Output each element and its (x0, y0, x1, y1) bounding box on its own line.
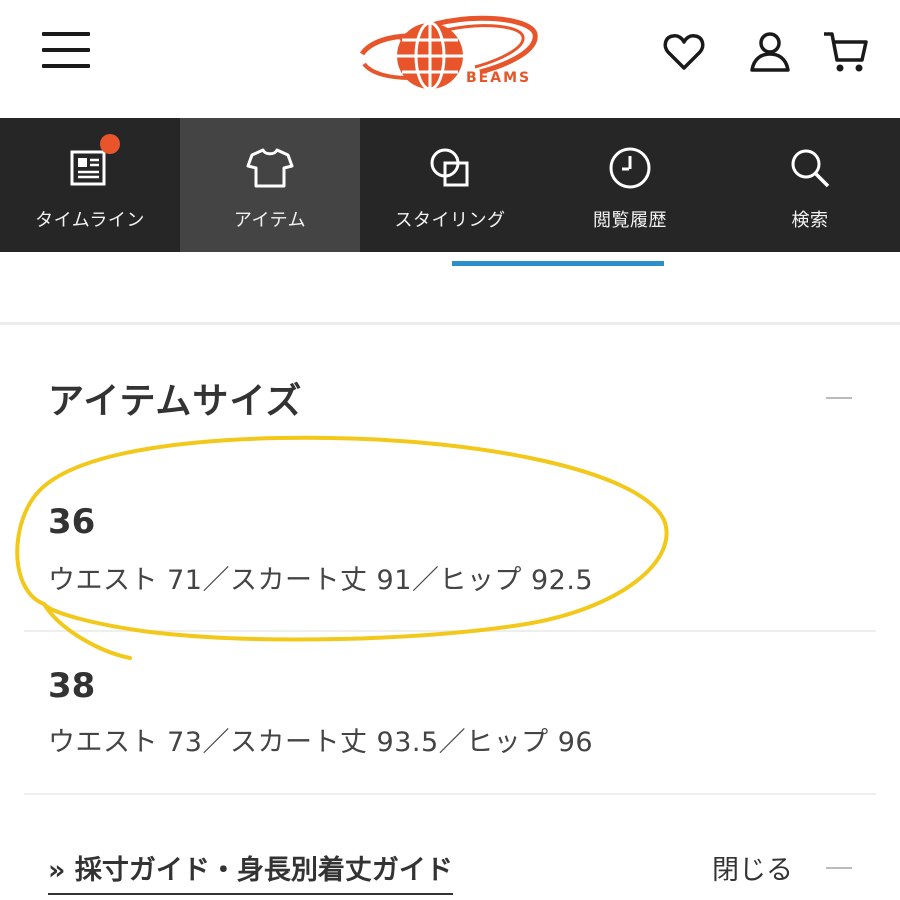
heart-icon[interactable] (660, 28, 708, 76)
header: BEAMS (0, 0, 900, 118)
styling-icon (424, 144, 476, 192)
page: BEAMS タイムライン アイテム スタイリング 閲覧履歴 検索 アイテムサイズ… (0, 0, 900, 900)
active-tab-indicator (452, 261, 664, 266)
nav-item-search[interactable]: 検索 (720, 118, 900, 252)
size-measurements: ウエスト 73／スカート丈 93.5／ヒップ 96 (48, 727, 594, 758)
user-icon[interactable] (746, 28, 794, 76)
nav-label-history: 閲覧履歴 (593, 210, 667, 231)
main-nav: タイムライン アイテム スタイリング 閲覧履歴 検索 (0, 118, 900, 252)
close-dash-icon[interactable] (826, 867, 852, 869)
row-divider (24, 630, 876, 632)
clock-icon (604, 144, 656, 192)
section-title: アイテムサイズ (48, 381, 303, 422)
nav-item-item[interactable]: アイテム (180, 118, 360, 252)
nav-item-history[interactable]: 閲覧履歴 (540, 118, 720, 252)
logo-text: BEAMS (466, 70, 532, 86)
nav-label-styling: スタイリング (394, 210, 506, 231)
close-button[interactable]: 閉じる (712, 848, 793, 887)
size-label: 36 (48, 502, 96, 542)
search-icon (784, 144, 836, 192)
nav-label-timeline: タイムライン (35, 210, 145, 231)
notification-badge (100, 134, 120, 154)
nav-item-timeline[interactable]: タイムライン (0, 118, 180, 252)
nav-label-item: アイテム (233, 210, 307, 231)
collapse-icon[interactable] (826, 397, 852, 399)
row-divider (24, 793, 876, 795)
tshirt-icon (244, 144, 296, 192)
menu-icon[interactable] (42, 30, 90, 70)
size-measurements: ウエスト 71／スカート丈 91／ヒップ 92.5 (48, 565, 594, 596)
nav-label-search: 検索 (791, 210, 829, 231)
section-divider (0, 322, 900, 325)
nav-item-styling[interactable]: スタイリング (360, 118, 540, 252)
size-guide-link[interactable]: » 採寸ガイド・身長別着丈ガイド (48, 848, 453, 895)
cart-icon[interactable] (822, 28, 870, 76)
size-label: 38 (48, 666, 96, 706)
